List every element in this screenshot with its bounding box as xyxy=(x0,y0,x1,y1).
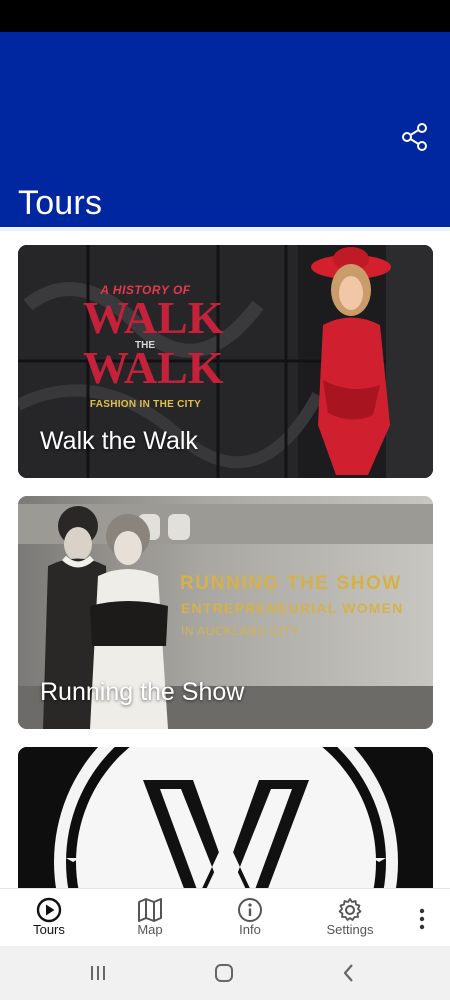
page-title: Tours xyxy=(18,184,103,222)
tour-card-running-the-show[interactable]: RUNNING THE SHOW ENTREPRENEURIAL WOMEN I… xyxy=(18,496,433,729)
recent-apps-button[interactable] xyxy=(85,960,111,986)
poster-line: IN AUCKLAND CITY xyxy=(181,624,300,638)
home-button[interactable] xyxy=(211,960,237,986)
status-bar xyxy=(0,0,450,32)
tab-label: Info xyxy=(239,922,261,937)
tab-label: Settings xyxy=(326,922,374,937)
info-icon xyxy=(238,898,262,922)
map-icon xyxy=(138,898,162,922)
poster-line: WALK xyxy=(83,342,224,393)
tour-card-walk-the-walk[interactable]: A HISTORY OF WALK THE WALK FASHION IN TH… xyxy=(18,245,433,478)
back-button[interactable] xyxy=(336,960,362,986)
poster-line: FASHION IN THE CITY xyxy=(89,399,202,410)
poster-line: WALK xyxy=(83,292,224,343)
system-navigation-bar xyxy=(0,946,450,1000)
tab-info[interactable]: Info xyxy=(210,889,290,947)
poster-line: ENTREPRENEURIAL WOMEN xyxy=(181,600,404,616)
play-circle-icon xyxy=(36,897,62,923)
poster-line: RUNNING THE SHOW xyxy=(180,573,402,594)
share-button[interactable] xyxy=(400,122,430,152)
divider xyxy=(0,227,450,231)
tour-title: Running the Show xyxy=(40,678,245,706)
app-bar: Tours xyxy=(0,32,450,227)
more-button[interactable] xyxy=(410,905,434,933)
tour-title: Walk the Walk xyxy=(40,427,198,455)
share-icon xyxy=(402,123,427,151)
gear-icon xyxy=(338,898,362,921)
tab-settings[interactable]: Settings xyxy=(310,889,390,947)
home-icon xyxy=(215,964,233,982)
tab-label: Map xyxy=(137,922,163,937)
tab-tours[interactable]: Tours xyxy=(9,889,89,947)
more-vertical-icon xyxy=(419,908,425,930)
back-icon xyxy=(343,964,353,982)
recent-apps-icon xyxy=(91,966,105,980)
tab-label: Tours xyxy=(33,922,65,937)
bottom-navigation: Tours Map Info Settings xyxy=(0,888,450,946)
tab-map[interactable]: Map xyxy=(110,889,190,947)
